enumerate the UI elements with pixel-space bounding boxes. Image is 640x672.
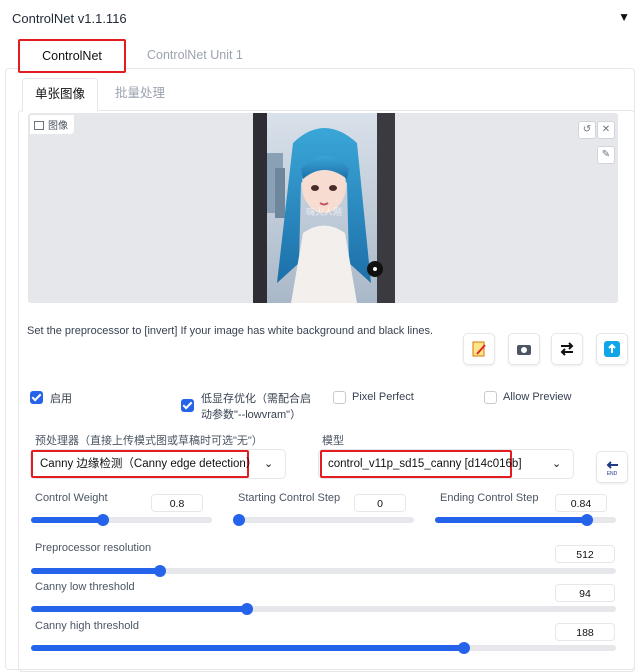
tab-controlnet-unit-0[interactable]: ControlNet Unit 0: [18, 39, 126, 93]
tab-controlnet-unit-1[interactable]: ControlNet Unit 1: [137, 40, 253, 70]
starting-step-input[interactable]: 0: [354, 494, 406, 512]
starting-step-slider[interactable]: [233, 514, 414, 526]
watermark-text: 嗨火人刚: [306, 206, 342, 217]
preprocessor-resolution-input[interactable]: 512: [555, 545, 615, 563]
ending-step-input[interactable]: 0.84: [555, 494, 607, 512]
panel-title: ControlNet v1.1.116: [12, 11, 127, 26]
starting-step-label: Starting Control Step: [238, 492, 341, 504]
slider-fill: [31, 606, 248, 612]
allow-preview-checkbox[interactable]: [484, 391, 497, 404]
canny-low-label: Canny low threshold: [35, 581, 135, 593]
control-weight-label: Control Weight: [35, 492, 108, 504]
lowvram-label-line1: 低显存优化（需配合启: [201, 393, 311, 405]
slider-thumb[interactable]: [581, 514, 594, 526]
swap-icon: [560, 342, 574, 356]
image-icon: [34, 121, 44, 130]
send-dimensions-button[interactable]: [596, 333, 628, 365]
triangle-down-icon[interactable]: ▼: [618, 10, 630, 24]
pixel-perfect-checkbox[interactable]: [333, 391, 346, 404]
chevron-down-icon[interactable]: ⌄: [552, 450, 561, 478]
canny-high-input[interactable]: 188: [555, 623, 615, 641]
webcam-button[interactable]: [508, 333, 540, 365]
canny-low-slider[interactable]: [31, 603, 616, 615]
lowvram-label-line2: 动参数"--lowvram"）: [201, 409, 302, 421]
tab-single-image[interactable]: 单张图像: [22, 78, 99, 112]
allow-preview-label: Allow Preview: [503, 391, 572, 403]
back-arrow-icon: END: [606, 461, 618, 477]
uploaded-image: 嗨火人刚: [253, 113, 395, 303]
canny-high-slider[interactable]: [31, 642, 616, 654]
camera-icon: [517, 345, 531, 355]
slider-fill: [31, 517, 104, 523]
preprocessor-resolution-slider[interactable]: [31, 565, 616, 577]
slider-fill: [31, 645, 464, 651]
new-canvas-button[interactable]: [463, 333, 495, 365]
preprocessor-value: Canny 边缘检测（Canny edge detection）: [40, 458, 258, 470]
ending-step-label: Ending Control Step: [440, 492, 539, 504]
invert-hint: Set the preprocessor to [invert] If your…: [27, 325, 433, 337]
enable-label: 启用: [50, 393, 72, 405]
pixel-perfect-label: Pixel Perfect: [352, 391, 414, 403]
control-weight-slider[interactable]: [31, 514, 212, 526]
preprocessor-resolution-label: Preprocessor resolution: [35, 542, 152, 554]
model-label: 模型: [322, 435, 344, 447]
ending-step-slider[interactable]: [435, 514, 616, 526]
model-value: control_v11p_sd15_canny [d14c016b]: [328, 458, 522, 470]
swap-button[interactable]: [551, 333, 583, 365]
close-icon[interactable]: ✕: [597, 121, 615, 139]
slider-thumb[interactable]: [233, 514, 245, 526]
edit-icon: [472, 341, 486, 357]
slider-thumb[interactable]: [457, 642, 470, 654]
canny-high-label: Canny high threshold: [35, 620, 139, 632]
svg-text:END: END: [607, 471, 618, 477]
slider-thumb[interactable]: [153, 565, 166, 577]
lowvram-checkbox[interactable]: [181, 399, 194, 412]
tab-batch[interactable]: 批量处理: [103, 78, 177, 108]
canny-low-input[interactable]: 94: [555, 584, 615, 602]
slider-fill: [31, 568, 160, 574]
upload-arrow-icon: [604, 341, 620, 357]
chevron-down-icon[interactable]: ⌄: [264, 450, 273, 478]
reset-icon[interactable]: ↺: [578, 121, 596, 139]
refresh-models-button[interactable]: END: [596, 451, 628, 483]
image-label: 图像: [30, 115, 74, 134]
preprocessor-label: 预处理器（直接上传模式图或草稿时可选"无"）: [35, 435, 263, 447]
control-weight-input[interactable]: 0.8: [151, 494, 203, 512]
brush-icon[interactable]: ✎: [597, 146, 615, 164]
enable-checkbox[interactable]: [30, 391, 43, 404]
slider-fill: [435, 517, 588, 523]
